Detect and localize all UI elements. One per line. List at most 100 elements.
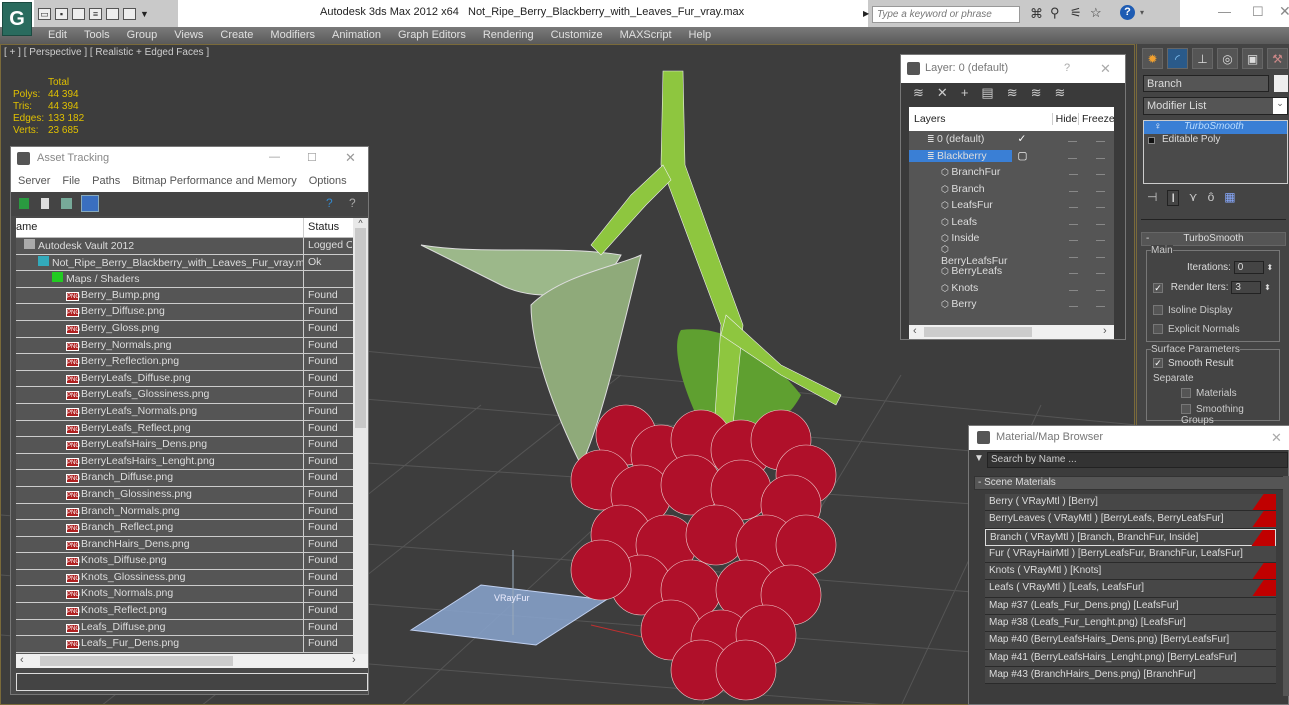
redo-icon[interactable]: [106, 7, 119, 20]
menu-file[interactable]: File: [62, 175, 80, 188]
table-row[interactable]: PNGBerryLeafs_Glossiness.png Found: [16, 387, 368, 404]
horizontal-scrollbar[interactable]: ‹ ›: [909, 325, 1114, 339]
menu-options[interactable]: Options: [309, 175, 347, 188]
active-check-icon[interactable]: ✓: [1012, 133, 1059, 145]
material-browser-titlebar[interactable]: Material/Map Browser ✕: [969, 426, 1289, 450]
freeze-all-icon[interactable]: ≋: [1055, 85, 1066, 101]
path-field[interactable]: [16, 673, 368, 691]
help-icon[interactable]: ?: [1120, 5, 1135, 20]
table-row[interactable]: PNGBerry_Bump.png Found: [16, 287, 368, 305]
browser-options-icon[interactable]: ▼: [974, 453, 984, 464]
object-color-swatch[interactable]: [1274, 75, 1288, 92]
hide-toggle[interactable]: [1059, 216, 1087, 228]
render-iters-spinner[interactable]: 3: [1231, 281, 1262, 294]
column-freeze[interactable]: Freeze: [1077, 113, 1115, 125]
materials-checkbox[interactable]: [1181, 388, 1191, 399]
scroll-right-icon[interactable]: ›: [352, 654, 356, 666]
hide-all-icon[interactable]: ≋: [1031, 85, 1042, 101]
project-icon[interactable]: ≡: [89, 7, 102, 20]
table-row[interactable]: PNGBranch_Glossiness.png Found: [16, 486, 368, 504]
key-icon[interactable]: ⚲: [1050, 5, 1060, 21]
table-row[interactable]: PNGBerryLeafs_Reflect.png Found: [16, 420, 368, 438]
material-item[interactable]: BerryLeaves ( VRayMtl ) [BerryLeafs, Ber…: [985, 511, 1276, 529]
column-hide[interactable]: Hide: [1051, 113, 1078, 125]
hide-toggle[interactable]: [1059, 199, 1087, 211]
layer-row[interactable]: ⬡ Knots: [909, 280, 1114, 297]
freeze-toggle[interactable]: [1086, 133, 1114, 145]
freeze-toggle[interactable]: [1086, 166, 1114, 178]
table-row[interactable]: PNGBerry_Normals.png Found: [16, 337, 368, 355]
menu-views[interactable]: Views: [174, 27, 203, 44]
menu-rendering[interactable]: Rendering: [483, 27, 534, 44]
layer-row[interactable]: ⬡ BerryLeafsFur: [909, 244, 1114, 267]
material-item[interactable]: Map #43 (BranchHairs_Dens.png) [BranchFu…: [985, 666, 1276, 685]
pin-stack-icon[interactable]: ⊣: [1147, 190, 1157, 206]
spinner-arrows-icon[interactable]: ⬍: [1266, 263, 1273, 272]
table-row[interactable]: PNGLeafs_Fur_Dens.png Found: [16, 636, 368, 653]
freeze-toggle[interactable]: [1086, 298, 1114, 310]
open-icon[interactable]: ▭: [38, 7, 51, 20]
hide-toggle[interactable]: [1059, 298, 1087, 310]
vertical-scrollbar[interactable]: ^: [353, 218, 368, 654]
column-status[interactable]: Status: [304, 218, 352, 237]
material-item[interactable]: Fur ( VRayHairMtl ) [BerryLeafsFur, Bran…: [985, 545, 1276, 564]
layer-row[interactable]: ⬡ BranchFur: [909, 164, 1114, 181]
material-item[interactable]: Leafs ( VRayMtl ) [Leafs, LeafsFur]: [985, 580, 1276, 598]
vault-help-icon[interactable]: ?: [326, 196, 333, 210]
menu-server[interactable]: Server: [18, 175, 50, 188]
spinner-arrows-icon[interactable]: ⬍: [1264, 283, 1271, 292]
isoline-checkbox[interactable]: [1153, 305, 1163, 316]
maximize-button[interactable]: ☐: [1252, 4, 1264, 20]
table-row[interactable]: Not_Ripe_Berry_Blackberry_with_Leaves_Fu…: [16, 254, 368, 272]
menu-graph-editors[interactable]: Graph Editors: [398, 27, 466, 44]
stack-item-editable-poly[interactable]: Editable Poly: [1144, 134, 1287, 147]
table-row[interactable]: PNGBerry_Diffuse.png Found: [16, 304, 368, 321]
object-name-field[interactable]: Branch: [1143, 75, 1269, 92]
table-row[interactable]: PNGKnots_Reflect.png Found: [16, 603, 368, 620]
menu-customize[interactable]: Customize: [551, 27, 603, 44]
freeze-toggle[interactable]: [1086, 199, 1114, 211]
chevron-down-icon[interactable]: ⌄: [1273, 98, 1287, 114]
freeze-toggle[interactable]: [1086, 150, 1114, 162]
help-dropdown-icon[interactable]: ▾: [1140, 8, 1144, 17]
hide-toggle[interactable]: [1058, 133, 1086, 145]
material-item[interactable]: Map #37 (Leafs_Fur_Dens.png) [LeafsFur]: [985, 597, 1276, 616]
modifier-list-dropdown[interactable]: Modifier List ⌄: [1143, 97, 1288, 115]
table-row[interactable]: PNGKnots_Normals.png Found: [16, 586, 368, 604]
show-end-result-icon[interactable]: I: [1167, 190, 1179, 206]
layer-row[interactable]: ≣ 0 (default) ✓: [909, 131, 1114, 148]
layer-titlebar[interactable]: Layer: 0 (default) ? ✕: [901, 55, 1125, 83]
hierarchy-tab-icon[interactable]: ⊥: [1192, 48, 1213, 69]
minimize-button[interactable]: —: [1218, 4, 1231, 19]
asset-tracking-titlebar[interactable]: Asset Tracking — ☐ ✕: [11, 147, 368, 171]
app-menu-button[interactable]: G: [2, 2, 32, 36]
scroll-right-icon[interactable]: ›: [1103, 325, 1107, 337]
freeze-toggle[interactable]: [1086, 216, 1114, 228]
vertical-scrollbar[interactable]: [1283, 476, 1289, 696]
layer-row[interactable]: ⬡ Branch: [909, 181, 1114, 198]
table-row[interactable]: Autodesk Vault 2012 Logged O: [16, 238, 368, 255]
hold-icon[interactable]: [123, 7, 136, 20]
hide-toggle[interactable]: [1059, 166, 1087, 178]
expand-arrow-icon[interactable]: ▶: [863, 9, 869, 18]
table-row[interactable]: PNGBerryLeafs_Normals.png Found: [16, 403, 368, 421]
tree-view-icon[interactable]: [61, 198, 72, 209]
freeze-toggle[interactable]: [1086, 183, 1114, 195]
layer-row[interactable]: ⬡ BerryLeafs: [909, 263, 1114, 280]
table-row[interactable]: PNGBranch_Reflect.png Found: [16, 520, 368, 537]
layer-row[interactable]: ⬡ Leafs: [909, 214, 1114, 231]
table-row[interactable]: PNGKnots_Diffuse.png Found: [16, 553, 368, 570]
close-button[interactable]: ✕: [1279, 3, 1289, 20]
menu-help[interactable]: Help: [689, 27, 712, 44]
table-row[interactable]: PNGBranch_Diffuse.png Found: [16, 470, 368, 487]
scroll-left-icon[interactable]: ‹: [20, 654, 24, 666]
table-row[interactable]: PNGBranch_Normals.png Found: [16, 503, 368, 521]
create-tab-icon[interactable]: ✹: [1142, 48, 1163, 69]
hide-toggle[interactable]: [1058, 150, 1086, 162]
explicit-normals-checkbox[interactable]: [1153, 324, 1163, 335]
configure-sets-icon[interactable]: ▦: [1224, 190, 1235, 206]
hide-toggle[interactable]: [1059, 183, 1087, 195]
add-to-layer-icon[interactable]: +: [961, 85, 969, 101]
table-row[interactable]: PNGBerry_Gloss.png Found: [16, 320, 368, 338]
table-row[interactable]: PNGKnots_Glossiness.png Found: [16, 569, 368, 587]
